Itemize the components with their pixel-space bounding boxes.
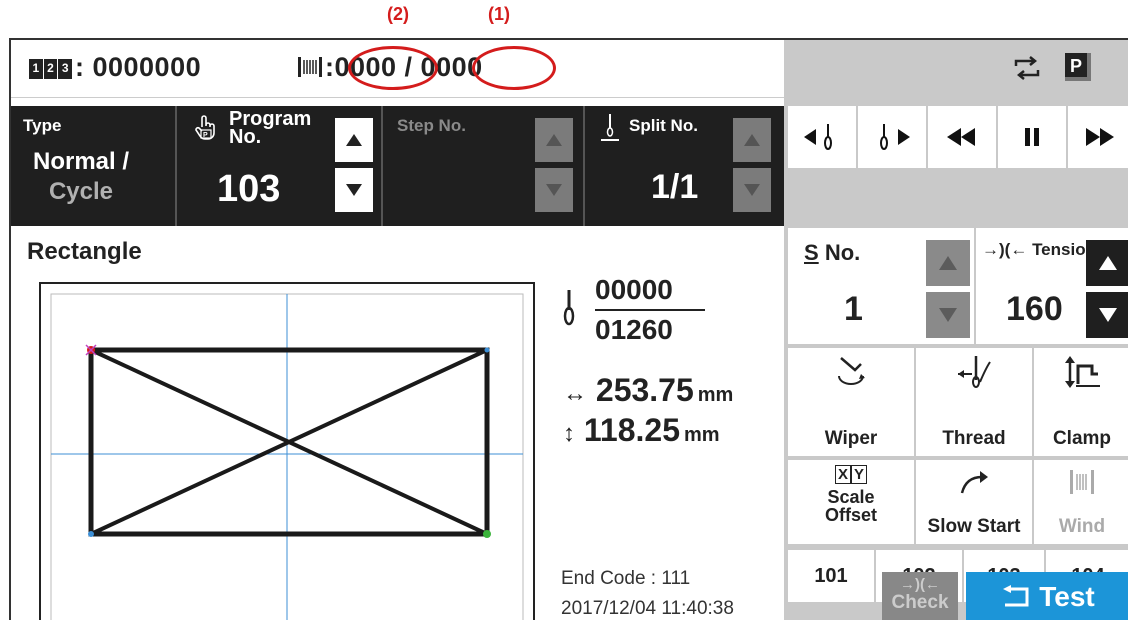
needle-forward-button[interactable] bbox=[858, 106, 926, 168]
triangle-down-icon bbox=[744, 184, 760, 196]
timestamp: 2017/12/04 11:40:38 bbox=[561, 598, 734, 619]
split-up-button[interactable] bbox=[733, 118, 771, 162]
step-label: Step No. bbox=[397, 116, 466, 135]
step-down-button[interactable] bbox=[535, 168, 573, 212]
wiper-button[interactable]: Wiper bbox=[788, 348, 914, 456]
test-button[interactable]: Test bbox=[966, 572, 1128, 620]
tension-check-button[interactable]: →)(← Check bbox=[882, 572, 958, 620]
type-value-cycle: Cycle bbox=[48, 178, 114, 205]
program-up-button[interactable] bbox=[335, 118, 373, 162]
s-number-value: 1 bbox=[844, 290, 863, 328]
rewind-icon bbox=[947, 128, 975, 146]
tension-label: →)(← Tension bbox=[982, 240, 1096, 259]
top-right-bar: P bbox=[784, 40, 1128, 98]
step-cell[interactable]: Step No. bbox=[385, 106, 585, 226]
program-down-button[interactable] bbox=[335, 168, 373, 212]
triangle-up-icon bbox=[939, 256, 957, 270]
annotation-label-1: (1) bbox=[488, 4, 510, 24]
clamp-icon bbox=[1065, 356, 1100, 388]
production-counter[interactable]: : 0000000 bbox=[75, 52, 201, 83]
triangle-up-icon bbox=[546, 134, 562, 146]
fast-forward-button[interactable] bbox=[1068, 106, 1128, 168]
split-value: 1/1 bbox=[651, 168, 699, 206]
pattern-width: ↔ 253.75 mm bbox=[563, 372, 734, 408]
program-number: 103 bbox=[217, 168, 281, 210]
annotation-label-2: (2) bbox=[387, 4, 409, 24]
triangle-down-icon bbox=[939, 308, 957, 322]
xy-icon: XY bbox=[788, 465, 914, 484]
wind-button[interactable]: Wind bbox=[1034, 460, 1128, 544]
needle-back-button[interactable] bbox=[788, 106, 856, 168]
sewing-panel-screen: 1 2 3 : 0000000 :0000 / 0000 P Type Norm… bbox=[9, 38, 1128, 620]
tension-icon: →)(← bbox=[982, 240, 1028, 259]
triangle-up-icon bbox=[1099, 256, 1117, 270]
stitch-current: 00000 bbox=[595, 274, 705, 311]
thread-trim-icon bbox=[958, 356, 991, 388]
stitch-total: 01260 bbox=[595, 314, 673, 345]
pattern-name: Rectangle bbox=[27, 238, 142, 265]
type-label: Type bbox=[23, 116, 62, 135]
pause-icon bbox=[1025, 128, 1039, 146]
tension-box[interactable]: →)(← Tension 160 bbox=[976, 228, 1128, 344]
triangle-down-icon bbox=[1099, 308, 1117, 322]
tension-value: 160 bbox=[1006, 290, 1063, 328]
horizontal-arrow-icon: ↔ bbox=[563, 380, 587, 407]
triangle-down-icon bbox=[346, 184, 362, 196]
split-cell[interactable]: Split No. 1/1 bbox=[587, 106, 784, 226]
s-number-down-button[interactable] bbox=[926, 292, 970, 338]
step-up-button[interactable] bbox=[535, 118, 573, 162]
slow-start-button[interactable]: Slow Start bbox=[916, 460, 1032, 544]
tension-up-button[interactable] bbox=[1086, 240, 1128, 286]
fast-forward-icon bbox=[1086, 128, 1114, 146]
triangle-up-icon bbox=[744, 134, 760, 146]
type-cell[interactable]: Type Normal / Cycle bbox=[11, 106, 177, 226]
status-bar: 1 2 3 : 0000000 :0000 / 0000 bbox=[11, 40, 784, 98]
needle-icon bbox=[563, 290, 575, 326]
pattern-drawing bbox=[50, 293, 524, 620]
rewind-button[interactable] bbox=[928, 106, 996, 168]
counter-icon: 1 2 3 bbox=[29, 59, 73, 79]
clamp-button[interactable]: Clamp bbox=[1034, 348, 1128, 456]
s-number-label: S No. bbox=[804, 240, 861, 265]
split-label: Split No. bbox=[629, 116, 698, 135]
vertical-arrow-icon: ↕ bbox=[563, 420, 575, 447]
s-icon: S bbox=[804, 240, 819, 265]
s-number-up-button[interactable] bbox=[926, 240, 970, 286]
needle-back-icon bbox=[804, 124, 832, 150]
hand-pointer-icon: P bbox=[195, 115, 215, 140]
repeat-icon[interactable] bbox=[1012, 54, 1042, 82]
bobbin-wind-icon bbox=[1070, 470, 1094, 494]
triangle-down-icon bbox=[546, 184, 562, 196]
return-arrow-icon bbox=[1003, 585, 1029, 607]
scale-offset-button[interactable]: XY Scale Offset bbox=[788, 460, 914, 544]
program-shortcut-101[interactable]: 101 bbox=[788, 550, 874, 602]
bobbin-icon bbox=[298, 57, 322, 77]
control-panel: S No. 1 →)(← Tension 160 Wiper Thread Cl… bbox=[784, 98, 1128, 620]
type-value-normal: Normal / bbox=[32, 148, 130, 175]
wiper-icon bbox=[838, 357, 865, 385]
annotation-circle-2 bbox=[348, 46, 438, 90]
pattern-preview[interactable] bbox=[39, 282, 535, 620]
program-info-panel: Type Normal / Cycle P Program No. 103 St… bbox=[11, 106, 784, 226]
s-number-box[interactable]: S No. 1 bbox=[788, 228, 974, 344]
program-cell[interactable]: P Program No. 103 bbox=[179, 106, 383, 226]
program-mode-icon[interactable]: P bbox=[1065, 53, 1091, 81]
thread-button[interactable]: Thread bbox=[916, 348, 1032, 456]
pause-button[interactable] bbox=[998, 106, 1066, 168]
tension-down-button[interactable] bbox=[1086, 292, 1128, 338]
split-down-button[interactable] bbox=[733, 168, 771, 212]
slow-start-icon bbox=[960, 471, 988, 494]
end-code: End Code : 111 bbox=[561, 568, 691, 589]
needle-forward-icon bbox=[880, 124, 910, 150]
triangle-up-icon bbox=[346, 134, 362, 146]
svg-text:P: P bbox=[203, 132, 208, 139]
program-label: Program No. bbox=[229, 108, 312, 148]
annotation-circle-1 bbox=[472, 46, 556, 90]
needle-icon bbox=[601, 114, 619, 141]
pattern-height: ↕ 118.25 mm bbox=[563, 412, 720, 448]
